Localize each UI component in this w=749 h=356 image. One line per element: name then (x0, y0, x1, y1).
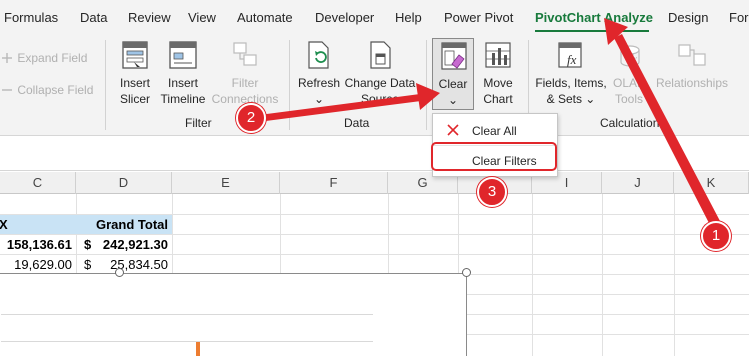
clear-dropdown-chevron: ⌄ (447, 93, 459, 107)
gridline (532, 194, 533, 356)
move-chart-label-2: Chart (483, 92, 513, 106)
expand-field-button[interactable]: Expand Field (0, 51, 87, 65)
chart-resize-handle[interactable] (462, 268, 471, 277)
gridline (602, 194, 603, 356)
filter-connections-label-1: Filter (231, 76, 259, 90)
cell-d-value[interactable]: 25,834.50 (90, 255, 168, 275)
olap-tools-label-1: OLAP (612, 76, 645, 90)
fields-items-sets-button[interactable]: fx Fields, Items, & Sets ⌄ (533, 40, 609, 112)
refresh-icon (308, 41, 329, 69)
annotation-badge-1: 1 (701, 221, 731, 251)
chart-bar (196, 342, 200, 356)
chart-gridline (1, 314, 373, 315)
column-header-k[interactable]: K (674, 172, 749, 194)
gridline (674, 194, 675, 356)
data-group-label: Data (344, 116, 370, 130)
column-header-f[interactable]: F (280, 172, 388, 194)
clear-label: Clear (438, 77, 468, 91)
chart-gridline (1, 341, 373, 342)
insert-timeline-button[interactable]: Insert Timeline (158, 40, 208, 112)
collapse-field-icon (2, 89, 12, 91)
filter-connections-icon (233, 42, 257, 66)
relationships-button[interactable]: Relationships (652, 40, 732, 112)
tab-automate[interactable]: Automate (237, 10, 293, 25)
clear-all-x-icon (447, 124, 459, 136)
move-chart-button[interactable]: Move Chart (478, 40, 518, 112)
tab-pivotchart-analyze[interactable]: PivotChart Analyze (535, 10, 653, 25)
insert-timeline-label-2: Timeline (160, 92, 206, 106)
group-divider (289, 40, 290, 130)
column-header-d[interactable]: D (76, 172, 172, 194)
fields-items-sets-icon: fx (558, 42, 582, 68)
collapse-field-label: Collapse Field (17, 83, 94, 97)
olap-tools-label-2: Tools (614, 92, 643, 106)
tab-data[interactable]: Data (80, 10, 107, 25)
annotation-badge-2: 2 (236, 103, 266, 133)
cell-d-total[interactable]: 242,921.30 (90, 235, 168, 255)
column-header-c[interactable]: C (0, 172, 76, 194)
change-data-source-label-2: Source (360, 92, 400, 106)
cell-c-value[interactable]: 19,629.00 (0, 255, 72, 275)
grand-total-header[interactable]: Grand Total (80, 215, 168, 235)
change-data-source-button[interactable]: Change Data Source (344, 40, 416, 112)
relationships-icon (678, 44, 706, 66)
fields-items-sets-label-2: & Sets ⌄ (546, 92, 596, 106)
clear-all-menu-item[interactable]: Clear All (433, 116, 557, 144)
clear-button[interactable]: Clear ⌄ (432, 38, 474, 110)
filter-group-label: Filter (185, 116, 212, 130)
cell-c-total[interactable]: 158,136.61 (0, 235, 72, 255)
svg-text:fx: fx (630, 54, 638, 65)
tab-formulas[interactable]: Formulas (4, 10, 58, 25)
svg-text:fx: fx (567, 52, 577, 67)
tab-design[interactable]: Design (668, 10, 708, 25)
annotation-badge-3: 3 (477, 177, 507, 207)
pivot-chart[interactable] (0, 273, 467, 356)
tab-review[interactable]: Review (128, 10, 171, 25)
relationships-label: Relationships (655, 76, 729, 90)
clear-filters-highlight (431, 142, 557, 171)
ribbon-tabs: Formulas Data Review View Automate Devel… (0, 0, 749, 36)
column-header-e[interactable]: E (172, 172, 280, 194)
pivot-header-partial[interactable]: X (0, 215, 8, 235)
ribbon: Expand Field Collapse Field Insert Slice… (0, 36, 749, 136)
tab-format[interactable]: For (729, 10, 749, 25)
olap-tools-button[interactable]: fx OLAP Tools (609, 40, 649, 112)
slicer-icon (122, 41, 148, 69)
tab-developer[interactable]: Developer (315, 10, 374, 25)
change-data-source-label-1: Change Data (344, 76, 416, 90)
formula-bar-area (0, 137, 749, 171)
clear-all-label: Clear All (472, 124, 517, 138)
chart-resize-handle[interactable] (115, 268, 124, 277)
insert-timeline-label-1: Insert (167, 76, 198, 90)
insert-slicer-label-1: Insert (119, 76, 150, 90)
expand-field-label: Expand Field (17, 51, 88, 65)
change-data-source-icon (370, 41, 391, 69)
olap-tools-icon: fx (620, 45, 640, 67)
column-headers: C D E F G H I J K (0, 172, 749, 194)
group-divider (105, 40, 106, 130)
fields-items-sets-label-1: Fields, Items, (535, 76, 607, 90)
move-chart-icon (485, 42, 511, 68)
timeline-icon (169, 41, 197, 69)
expand-field-icon (2, 53, 12, 63)
refresh-label: Refresh (297, 76, 341, 90)
tab-view[interactable]: View (188, 10, 216, 25)
clear-eraser-icon (441, 42, 467, 70)
active-tab-underline (535, 30, 649, 32)
calculations-group-label: Calculations (600, 116, 666, 130)
insert-slicer-button[interactable]: Insert Slicer (112, 40, 158, 112)
refresh-dropdown-chevron: ⌄ (313, 92, 325, 106)
column-header-j[interactable]: J (602, 172, 674, 194)
tab-help[interactable]: Help (395, 10, 422, 25)
insert-slicer-label-2: Slicer (119, 92, 150, 106)
filter-connections-button[interactable]: Filter Connections (210, 40, 280, 112)
group-divider (426, 40, 427, 130)
tab-power-pivot[interactable]: Power Pivot (444, 10, 513, 25)
collapse-field-button[interactable]: Collapse Field (0, 83, 93, 97)
refresh-button[interactable]: Refresh ⌄ (296, 40, 342, 112)
move-chart-label-1: Move (483, 76, 513, 90)
